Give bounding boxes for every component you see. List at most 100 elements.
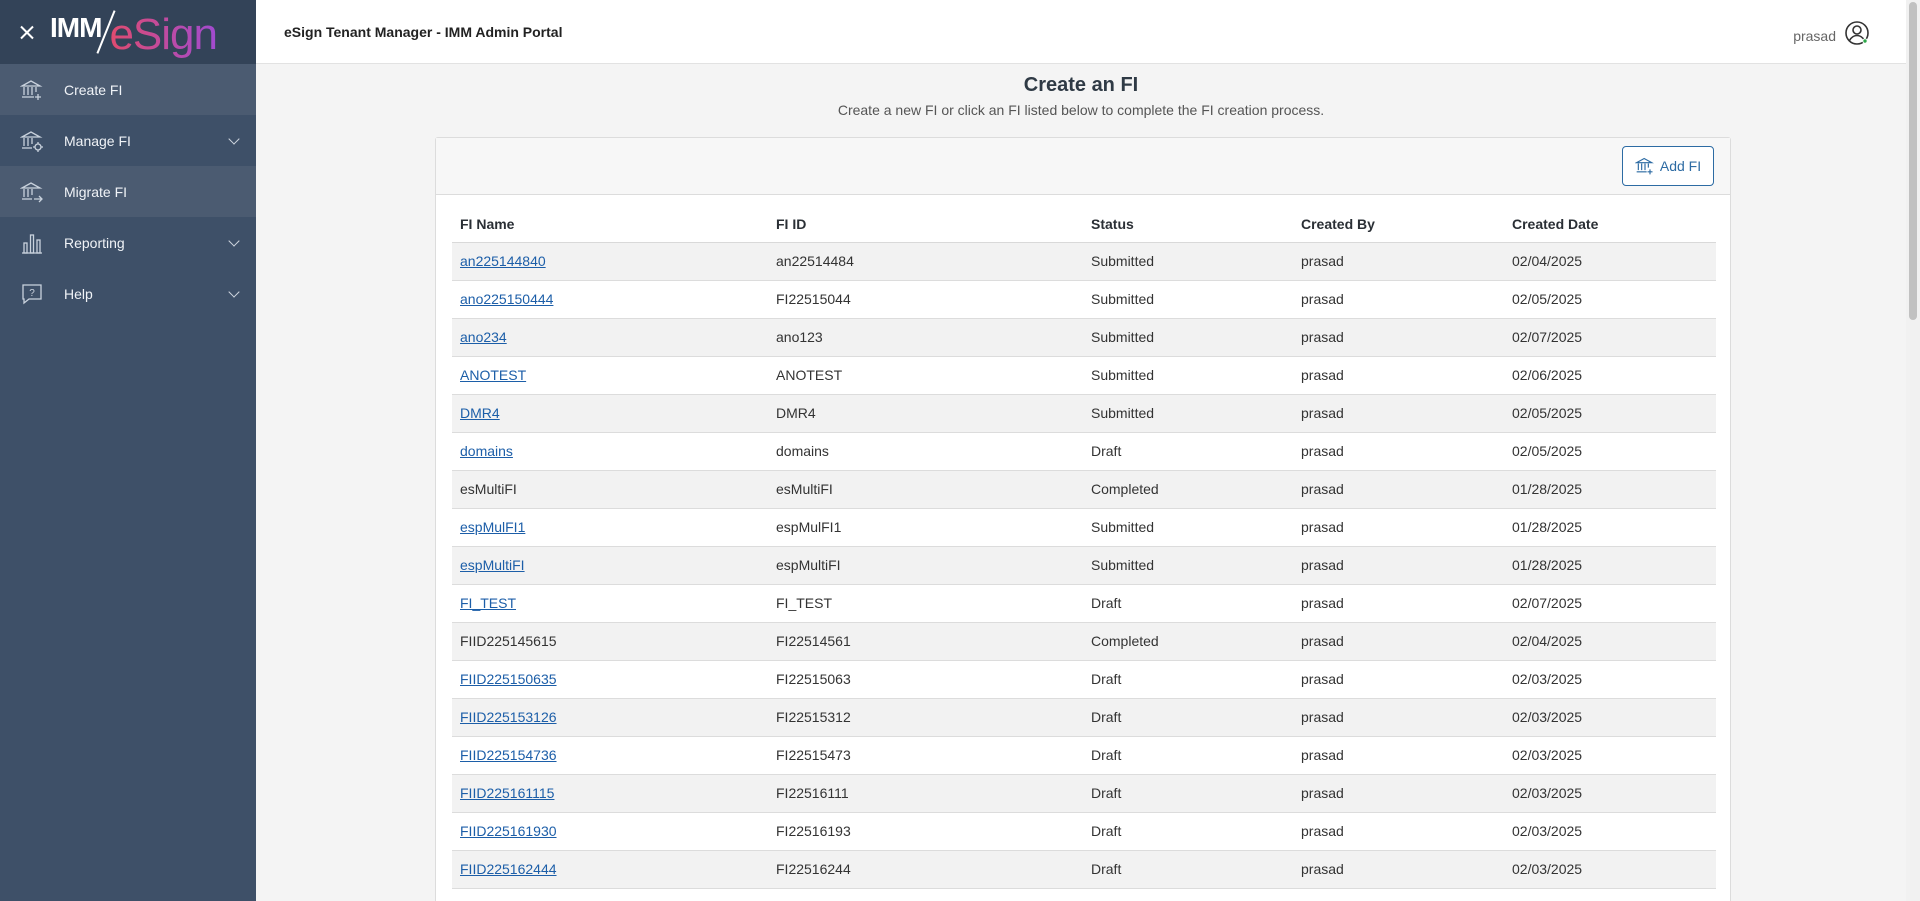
logo-imm-text: IMM [50, 12, 102, 43]
fi-list-card: Add FI FI Name FI ID Status Created By C… [435, 137, 1731, 901]
col-header-status[interactable]: Status [1083, 206, 1293, 243]
cell-fi-name: an225144840 [452, 242, 768, 281]
col-header-fi-name[interactable]: FI Name [452, 206, 768, 243]
sidebar-item-label: Create FI [64, 81, 123, 98]
cell-created-by: prasad [1293, 508, 1504, 547]
cell-created-date: 02/05/2025 [1504, 280, 1716, 319]
cell-fi-name: ano234 [452, 318, 768, 357]
page-subtitle: Create a new FI or click an FI listed be… [837, 102, 1325, 118]
table-row[interactable]: espMulFI1 espMulFI1 Submitted prasad 01/28/2… [452, 508, 1716, 547]
sidebar-item-create-fi[interactable]: Create FI [0, 64, 256, 115]
sidebar-item-help[interactable]: ? Help [0, 268, 256, 319]
cell-fi-name: espMultiFI [452, 546, 768, 585]
cell-status: Draft [1083, 584, 1293, 623]
table-row[interactable]: espMultiFI espMultiFI Submitted prasad 01/28… [452, 546, 1716, 585]
cell-created-by: prasad [1293, 356, 1504, 395]
cell-created-by: prasad [1293, 812, 1504, 851]
cell-fi-id: esMultiFI [768, 470, 1083, 509]
cell-created-date: 01/28/2025 [1504, 508, 1716, 547]
table-row[interactable]: an225144840 an22514484 Submitted prasad 02/0… [452, 242, 1716, 281]
cell-fi-id: an22514484 [768, 242, 1083, 281]
cell-created-date: 02/07/2025 [1504, 584, 1716, 623]
col-header-fi-id[interactable]: FI ID [768, 206, 1083, 243]
cell-fi-id: FI22514561 [768, 622, 1083, 661]
cell-status: Submitted [1083, 394, 1293, 433]
fi-name-link[interactable]: FIID225154736 [460, 747, 557, 763]
table-row[interactable]: FIID225162444 FI22516244 Draft prasad 02/03/… [452, 850, 1716, 889]
table-row[interactable]: DMR4 DMR4 Submitted prasad 02/05/2025 [452, 394, 1716, 433]
fi-name-link[interactable]: espMulFI1 [460, 519, 525, 535]
bank-add-icon [20, 78, 44, 102]
fi-name-link[interactable]: ano225150444 [460, 291, 553, 307]
cell-created-date: 02/03/2025 [1504, 736, 1716, 775]
fi-name-link[interactable]: DMR4 [460, 405, 500, 421]
fi-table: FI Name FI ID Status Created By Created … [452, 206, 1716, 901]
bank-gear-icon [20, 129, 44, 153]
table-row[interactable]: ano225150444 FI22515044 Submitted prasad 02/… [452, 280, 1716, 319]
table-row[interactable]: FI_TEST FI_TEST Draft prasad 02/07/2025 [452, 584, 1716, 623]
table-row[interactable]: ano234 ano123 Submitted prasad 02/07/2025 [452, 318, 1716, 357]
cell-status: Draft [1083, 812, 1293, 851]
table-row[interactable] [452, 888, 1716, 901]
col-header-created-by[interactable]: Created By [1293, 206, 1504, 243]
cell-status: Draft [1083, 698, 1293, 737]
cell-fi-name: FI_TEST [452, 584, 768, 623]
imm-esign-logo: IMM eSign [50, 6, 218, 59]
bank-add-icon [1634, 157, 1654, 175]
page-scrollbar[interactable] [1906, 0, 1920, 901]
fi-name-link[interactable]: FIID225161930 [460, 823, 557, 839]
table-row[interactable]: ANOTEST ANOTEST Submitted prasad 02/06/2025 [452, 356, 1716, 395]
fi-name-link[interactable]: domains [460, 443, 513, 459]
table-row[interactable]: FIID225161115 FI22516111 Draft prasad 02/03/… [452, 774, 1716, 813]
table-row[interactable]: FIID225154736 FI22515473 Draft prasad 02/03/… [452, 736, 1716, 775]
cell-created-by: prasad [1293, 546, 1504, 585]
help-chat-icon: ? [20, 282, 44, 306]
cell-fi-id: ANOTEST [768, 356, 1083, 395]
fi-name-link[interactable]: espMultiFI [460, 557, 525, 573]
fi-name-link[interactable]: FIID225162444 [460, 861, 557, 877]
cell-fi-id: espMultiFI [768, 546, 1083, 585]
cell-status: Draft [1083, 850, 1293, 889]
table-row[interactable]: FIID225150635 FI22515063 Draft prasad 02/03/… [452, 660, 1716, 699]
cell-status [1083, 888, 1293, 901]
user-avatar-icon[interactable] [1844, 20, 1870, 51]
cell-fi-id: DMR4 [768, 394, 1083, 433]
cell-created-by: prasad [1293, 470, 1504, 509]
user-menu[interactable]: prasad [1793, 20, 1870, 51]
sidebar-item-reporting[interactable]: Reporting [0, 217, 256, 268]
cell-created-by: prasad [1293, 280, 1504, 319]
cell-created-date: 02/05/2025 [1504, 394, 1716, 433]
scrollbar-thumb[interactable] [1909, 2, 1917, 320]
fi-name-link[interactable]: FIID225153126 [460, 709, 557, 725]
bar-chart-icon [20, 231, 44, 255]
cell-fi-name: FIID225150635 [452, 660, 768, 699]
table-row[interactable]: domains domains Draft prasad 02/05/2025 [452, 432, 1716, 471]
cell-fi-name: FIID225145615 [452, 622, 768, 661]
cell-fi-id [768, 888, 1083, 901]
close-icon[interactable] [18, 23, 36, 41]
svg-text:?: ? [29, 288, 35, 299]
add-fi-button[interactable]: Add FI [1622, 146, 1714, 186]
table-row[interactable]: esMultiFI esMultiFI Completed prasad 01/28/2… [452, 470, 1716, 509]
cell-fi-id: domains [768, 432, 1083, 471]
sidebar-item-migrate-fi[interactable]: Migrate FI [0, 166, 256, 217]
table-row[interactable]: FIID225145615 FI22514561 Completed prasad 02… [452, 622, 1716, 661]
fi-name-link[interactable]: an225144840 [460, 253, 546, 269]
sidebar: IMM eSign Create FI Manage FI Migrate FI [0, 0, 256, 901]
sidebar-item-manage-fi[interactable]: Manage FI [0, 115, 256, 166]
table-row[interactable]: FIID225161930 FI22516193 Draft prasad 02/03/… [452, 812, 1716, 851]
fi-name-link[interactable]: FIID225150635 [460, 671, 557, 687]
col-header-created-date[interactable]: Created Date [1504, 206, 1716, 243]
user-name: prasad [1793, 27, 1836, 44]
table-row[interactable]: FIID225153126 FI22515312 Draft prasad 02/03/… [452, 698, 1716, 737]
cell-fi-name: FIID225162444 [452, 850, 768, 889]
fi-name-link[interactable]: FI_TEST [460, 595, 516, 611]
cell-created-date: 01/28/2025 [1504, 546, 1716, 585]
fi-name-link[interactable]: ANOTEST [460, 367, 526, 383]
fi-name-link[interactable]: ano234 [460, 329, 507, 345]
cell-status: Submitted [1083, 318, 1293, 357]
table-body: an225144840 an22514484 Submitted prasad 02/0… [452, 242, 1716, 901]
cell-status: Submitted [1083, 280, 1293, 319]
fi-name-text: FIID225145615 [460, 633, 557, 649]
fi-name-link[interactable]: FIID225161115 [460, 785, 554, 801]
